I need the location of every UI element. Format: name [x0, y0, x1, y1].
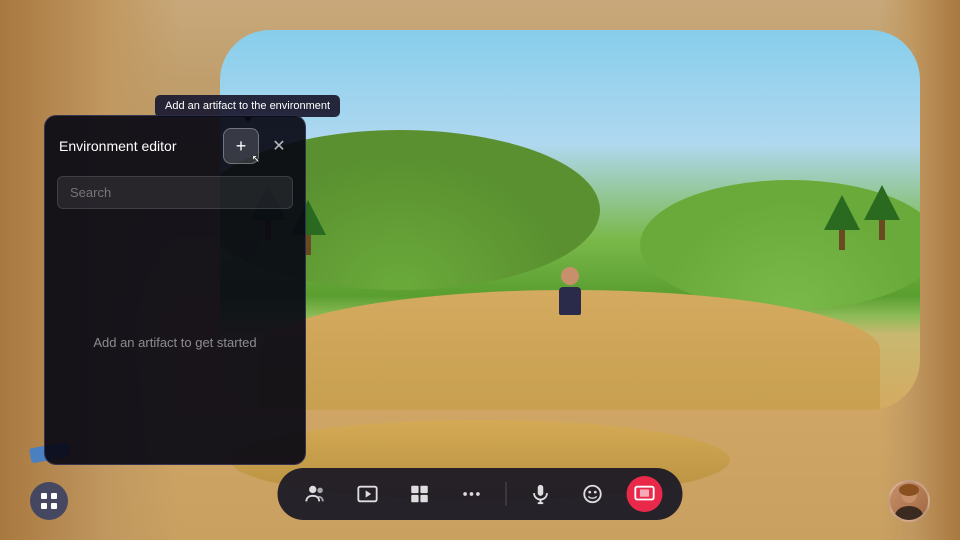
people-btn[interactable]: [298, 476, 334, 512]
share-icon: [634, 483, 656, 505]
panel-header: Environment editor + ↖ ✕: [45, 116, 305, 176]
avatar-icon: [893, 482, 925, 520]
avatar-body: [559, 287, 581, 315]
search-container: [45, 176, 305, 221]
emoji-icon: [582, 483, 604, 505]
emoji-btn[interactable]: [575, 476, 611, 512]
environment-editor-panel: Environment editor + ↖ ✕ Add an artifact…: [44, 115, 306, 465]
search-input[interactable]: [57, 176, 293, 209]
avatar-character: [559, 267, 581, 315]
user-avatar-button[interactable]: [888, 480, 930, 522]
cursor-icon: ↖: [252, 154, 260, 165]
more-btn[interactable]: [454, 476, 490, 512]
grid-icon-button[interactable]: [30, 482, 68, 520]
grid-icon: [40, 492, 58, 510]
add-artifact-button[interactable]: + ↖: [223, 128, 259, 164]
content-btn[interactable]: [402, 476, 438, 512]
empty-state: Add an artifact to get started: [45, 221, 305, 464]
tree-3: [864, 185, 900, 240]
grid-menu-button[interactable]: [30, 482, 68, 520]
toolbar-divider: [506, 482, 507, 506]
bottom-toolbar: [278, 468, 683, 520]
mic-btn[interactable]: [523, 476, 559, 512]
close-panel-button[interactable]: ✕: [267, 134, 291, 158]
media-icon: [357, 483, 379, 505]
panel-title: Environment editor: [59, 138, 177, 154]
avatar-head: [561, 267, 579, 285]
share-btn[interactable]: [627, 476, 663, 512]
panel-actions: + ↖ ✕: [223, 128, 291, 164]
content-icon: [409, 483, 431, 505]
mic-icon: [530, 483, 552, 505]
media-btn[interactable]: [350, 476, 386, 512]
window-scene: [220, 30, 920, 410]
more-icon: [461, 483, 483, 505]
people-icon: [305, 483, 327, 505]
tree-4: [824, 195, 860, 250]
